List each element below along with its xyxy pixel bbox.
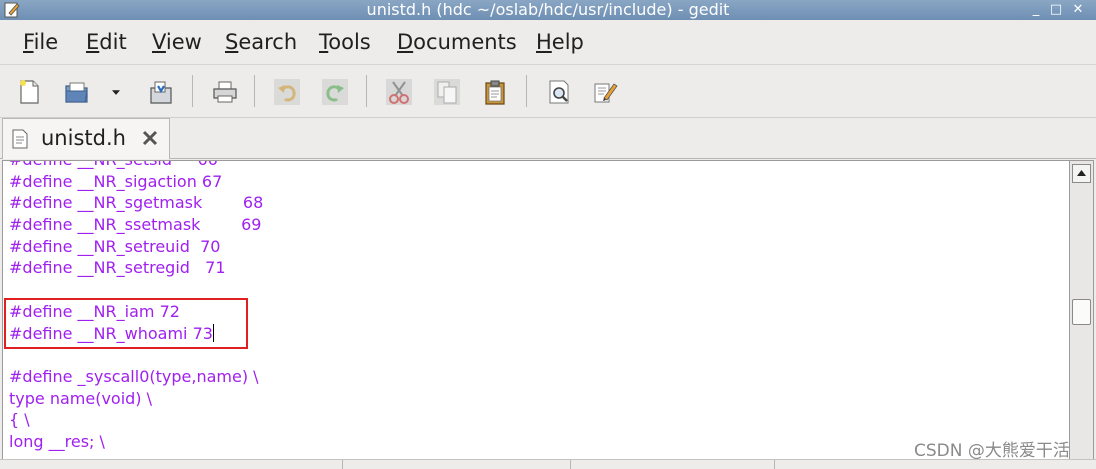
redo-icon xyxy=(322,79,348,105)
print-button[interactable] xyxy=(208,75,242,109)
menu-edit[interactable]: Edit xyxy=(86,30,127,54)
scroll-up-button[interactable] xyxy=(1072,164,1091,183)
menu-view-mnemonic: V xyxy=(152,30,166,54)
cut-button[interactable] xyxy=(382,75,416,109)
menu-edit-mnemonic: E xyxy=(86,30,100,54)
title-bar: unistd.h (hdc ~/oslab/hdc/usr/include) -… xyxy=(0,0,1096,20)
maximize-button[interactable]: □ xyxy=(1046,0,1066,20)
menu-documents-mnemonic: D xyxy=(397,30,414,54)
menu-file-label: ile xyxy=(33,30,59,54)
menu-view-label: iew xyxy=(165,30,202,54)
find-button[interactable] xyxy=(542,75,576,109)
replace-icon xyxy=(594,83,618,103)
scrollbar-thumb[interactable] xyxy=(1072,299,1091,325)
find-icon xyxy=(549,80,569,104)
menu-search-label: earch xyxy=(238,30,298,54)
open-button[interactable] xyxy=(60,75,94,109)
cut-icon xyxy=(386,79,412,105)
code-line: #define __NR_sgetmask 68 xyxy=(9,193,264,213)
minimize-button[interactable]: _ xyxy=(1026,0,1046,20)
menu-help[interactable]: Help xyxy=(536,30,584,54)
arrow-up-icon xyxy=(1077,170,1086,176)
toolbar-separator xyxy=(192,75,193,107)
tab-label: unistd.h xyxy=(41,126,126,150)
menu-file-mnemonic: F xyxy=(23,30,34,54)
new-document-button[interactable] xyxy=(12,75,46,109)
highlight-annotation-box xyxy=(4,298,248,349)
code-line: type name(void) \ xyxy=(9,388,153,408)
print-icon xyxy=(213,81,237,103)
code-line: #define _syscall0(type,name) \ xyxy=(9,366,259,386)
tab-unistd-h[interactable]: unistd.h xyxy=(2,118,170,159)
menu-view[interactable]: View xyxy=(152,30,202,54)
copy-button[interactable] xyxy=(430,75,464,109)
toolbar-separator xyxy=(254,75,255,107)
copy-icon xyxy=(434,79,460,105)
menu-documents[interactable]: Documents xyxy=(397,30,517,54)
code-line: #define __NR_setsid 66 xyxy=(9,161,263,171)
menu-search-mnemonic: S xyxy=(225,30,239,54)
close-tab-icon[interactable] xyxy=(140,128,160,148)
vertical-scrollbar[interactable] xyxy=(1069,160,1094,462)
new-document-icon xyxy=(20,80,39,104)
menu-edit-label: dit xyxy=(99,30,127,54)
menu-help-label: elp xyxy=(551,30,584,54)
replace-button[interactable] xyxy=(588,75,622,109)
redo-button[interactable] xyxy=(318,75,352,109)
save-icon xyxy=(150,81,172,104)
undo-icon xyxy=(274,79,300,105)
code-line: { \ xyxy=(9,410,30,430)
code-line: #define __NR_setreuid 70 xyxy=(9,236,221,256)
menu-documents-label: ocuments xyxy=(413,30,517,54)
document-tab-bar: unistd.h xyxy=(0,118,1096,159)
menu-help-mnemonic: H xyxy=(536,30,552,54)
toolbar-separator xyxy=(526,75,527,107)
open-recent-dropdown[interactable] xyxy=(104,75,128,109)
open-icon xyxy=(65,82,88,103)
text-editor[interactable]: #define __NR_setsid 66#define __NR_sigac… xyxy=(2,160,1070,460)
menu-tools-mnemonic: T xyxy=(319,30,329,54)
watermark: CSDN @大熊爱干活 xyxy=(914,441,1070,461)
close-window-button[interactable]: ✕ xyxy=(1068,0,1088,20)
code-line: #define __NR_ssetmask 69 xyxy=(9,215,262,235)
paste-icon xyxy=(485,80,505,105)
menu-tools-label: ools xyxy=(328,30,371,54)
code-line: #define __NR_sigaction 67 xyxy=(9,171,223,191)
menu-file[interactable]: File xyxy=(23,30,58,54)
document-icon xyxy=(12,129,28,149)
toolbar xyxy=(0,65,1096,118)
toolbar-separator xyxy=(366,75,367,107)
menu-tools[interactable]: Tools xyxy=(319,30,371,54)
window-title: unistd.h (hdc ~/oslab/hdc/usr/include) -… xyxy=(366,0,730,19)
code-line: #define __NR_setregid 71 xyxy=(9,258,226,278)
menu-bar: File Edit View Search Tools Documents He… xyxy=(0,20,1096,65)
undo-button[interactable] xyxy=(270,75,304,109)
menu-search[interactable]: Search xyxy=(225,30,297,54)
dropdown-arrow-icon xyxy=(112,90,120,95)
save-button[interactable] xyxy=(144,75,178,109)
code-line: long __res; \ xyxy=(9,431,105,451)
paste-button[interactable] xyxy=(478,75,512,109)
